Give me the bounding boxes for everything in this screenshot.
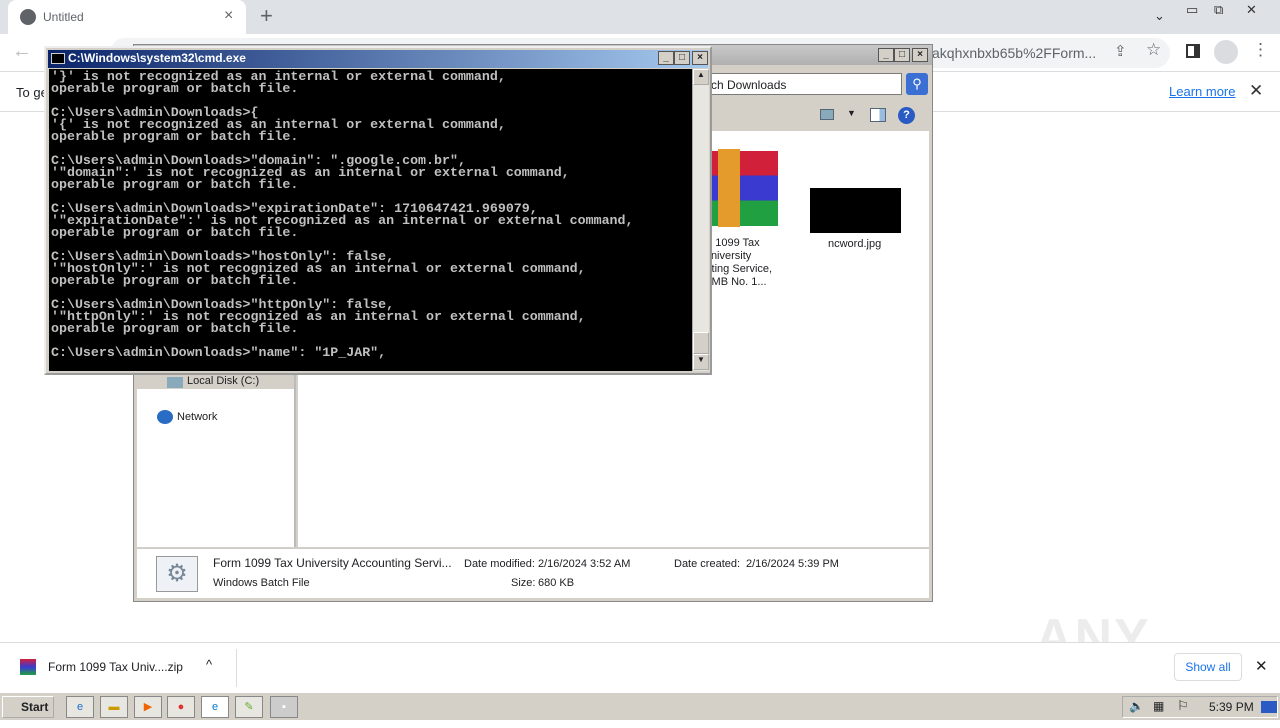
scroll-down-icon[interactable]: ▼ (693, 354, 709, 370)
nav-network[interactable]: Network (177, 411, 217, 423)
explorer-icon[interactable]: ▬ (100, 696, 128, 718)
date-modified-value: 2/16/2024 3:52 AM (538, 558, 631, 570)
close-shelf-icon[interactable]: ✕ (1255, 657, 1268, 675)
date-modified-label: Date modified: (464, 558, 535, 570)
cmd-taskbar-icon[interactable]: ▪ (270, 696, 298, 718)
close-button[interactable]: × (692, 51, 708, 65)
maximize-button[interactable]: □ (894, 48, 910, 62)
share-icon[interactable]: ⇪ (1114, 42, 1127, 60)
console-text: '}' is not recognized as an internal or … (51, 69, 634, 360)
back-icon[interactable]: ← (12, 40, 32, 63)
local-disk-icon (167, 377, 183, 388)
views-icon[interactable] (820, 109, 834, 120)
restore-button[interactable]: ⧉ (1214, 2, 1223, 18)
size-label: Size: (511, 577, 536, 589)
minimize-button[interactable]: _ (658, 51, 674, 65)
taskbar: Start e ▬ ▶ ● e ✎ ▪ 🔈 ▦ ⚐ 5:39 PM (0, 692, 1280, 720)
globe-icon (20, 9, 36, 25)
profile-avatar[interactable] (1214, 40, 1238, 64)
chevron-down-icon[interactable]: ▼ (847, 108, 856, 118)
cmd-icon (51, 53, 65, 64)
zip-file-icon (20, 659, 36, 675)
new-tab-button[interactable]: + (260, 3, 273, 29)
console-output[interactable]: '}' is not recognized as an internal or … (49, 69, 692, 371)
size-value: 680 KB (538, 577, 575, 589)
file-name-jpg[interactable]: ncword.jpg (828, 238, 881, 250)
scroll-up-icon[interactable]: ▲ (693, 69, 709, 85)
vertical-scrollbar[interactable]: ▲ ▼ (692, 69, 709, 371)
volume-icon[interactable]: 🔈 (1129, 699, 1144, 713)
ie-icon[interactable]: e (66, 696, 94, 718)
detail-filename: Form 1099 Tax University Accounting Serv… (213, 556, 452, 570)
start-button[interactable]: Start (2, 696, 54, 718)
browser-tab[interactable]: Untitled × (8, 0, 246, 34)
help-icon[interactable]: ? (898, 107, 915, 124)
chevron-up-icon[interactable]: ^ (206, 657, 212, 672)
learn-more-link[interactable]: Learn more (1169, 84, 1235, 99)
cmd-window: C:\Windows\system32\cmd.exe _ □ × '}' is… (44, 46, 712, 375)
search-input[interactable]: rch Downloads (702, 73, 902, 95)
network-tray-icon[interactable]: ▦ (1153, 699, 1164, 713)
url-text[interactable]: akqhxnbxb65b%2FForm... (932, 45, 1096, 61)
show-all-button[interactable]: Show all (1174, 653, 1242, 681)
archive-strap (718, 149, 740, 227)
close-infobar-icon[interactable]: ✕ (1249, 81, 1263, 101)
close-window-button[interactable]: ✕ (1246, 2, 1257, 18)
search-icon[interactable]: ⚲ (906, 73, 928, 95)
detail-type: Windows Batch File (213, 577, 310, 589)
chrome-icon[interactable]: ● (167, 696, 195, 718)
cmd-title-bar[interactable]: C:\Windows\system32\cmd.exe _ □ × (48, 50, 708, 68)
batch-file-gear-icon: ⚙ (156, 556, 198, 592)
image-thumbnail[interactable] (810, 188, 901, 233)
file-name-archive[interactable]: m 1099 Tax University inting Service, OM… (703, 237, 772, 289)
menu-icon[interactable]: ⋮ (1252, 40, 1269, 60)
maximize-button[interactable]: □ (674, 51, 690, 65)
minimize-button[interactable]: _ (878, 48, 894, 62)
edge-icon[interactable]: e (201, 696, 229, 718)
download-item[interactable]: Form 1099 Tax Univ....zip (48, 660, 183, 674)
side-panel-icon[interactable] (1186, 44, 1200, 58)
preview-pane-icon[interactable] (870, 108, 886, 122)
clock[interactable]: 5:39 PM (1209, 700, 1254, 714)
tab-title: Untitled (43, 10, 84, 24)
close-button[interactable]: × (912, 48, 928, 62)
nav-local-disk[interactable]: Local Disk (C:) (187, 375, 259, 387)
media-player-icon[interactable]: ▶ (134, 696, 162, 718)
system-tray: 🔈 ▦ ⚐ 5:39 PM (1122, 696, 1278, 718)
notepad-icon[interactable]: ✎ (235, 696, 263, 718)
minimize-button[interactable]: ▭ (1186, 2, 1198, 18)
date-created-label: Date created: (674, 558, 741, 570)
close-tab-icon[interactable]: × (224, 7, 233, 25)
date-created-value: 2/16/2024 5:39 PM (746, 558, 839, 570)
show-desktop-icon[interactable] (1261, 701, 1277, 713)
cmd-title: C:\Windows\system32\cmd.exe (68, 51, 246, 65)
browser-tab-strip: Untitled × + ⌄ ▭ ⧉ ✕ (0, 0, 1280, 34)
details-pane: ⚙ Form 1099 Tax University Accounting Se… (137, 548, 929, 598)
download-shelf: Form 1099 Tax Univ....zip ^ Show all ✕ (0, 642, 1280, 692)
star-icon[interactable]: ☆ (1146, 40, 1161, 60)
scroll-thumb[interactable] (693, 332, 709, 354)
network-icon (157, 410, 173, 424)
flag-icon[interactable]: ⚐ (1177, 698, 1189, 714)
tab-search-icon[interactable]: ⌄ (1154, 8, 1165, 24)
